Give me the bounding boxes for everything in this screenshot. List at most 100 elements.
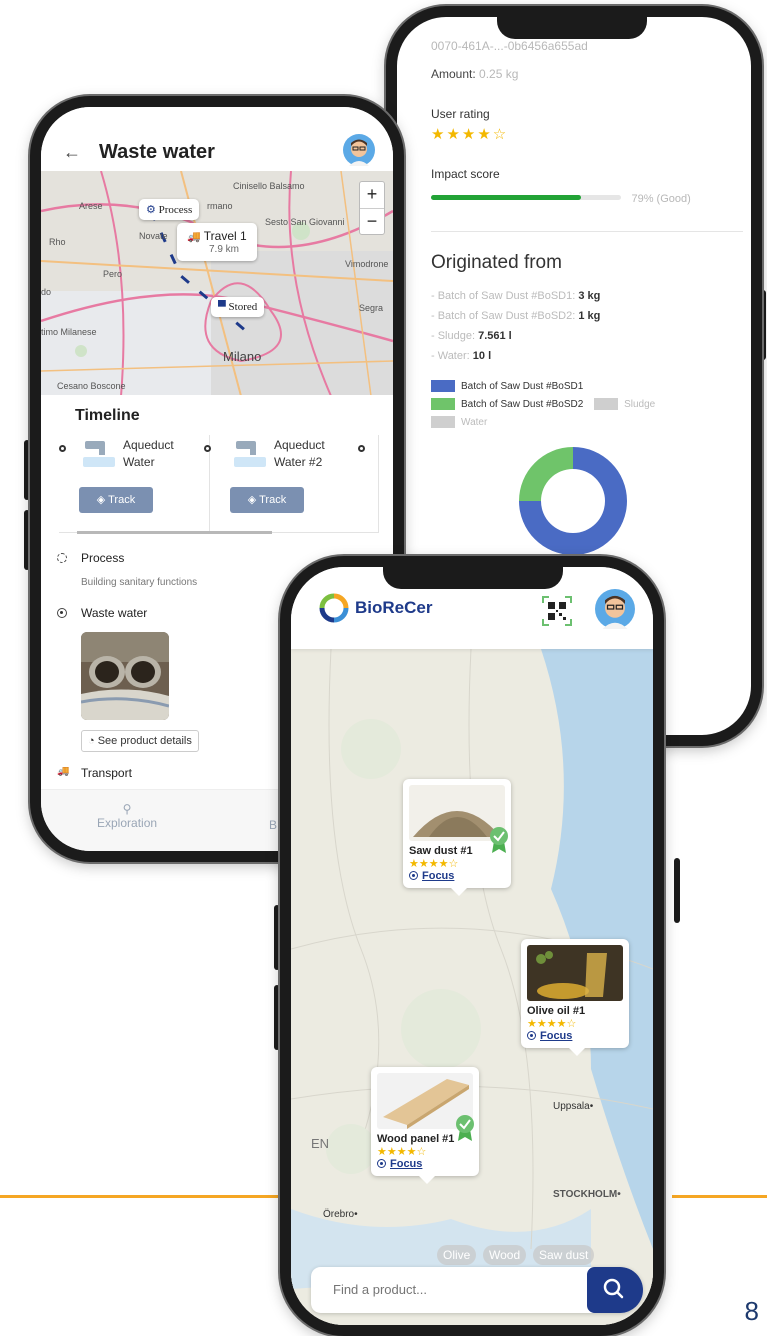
certified-badge-icon <box>456 1115 474 1141</box>
track-button[interactable]: ◈ Track <box>79 487 153 513</box>
pie-chart-icon: ◔ <box>88 735 98 747</box>
divider <box>431 231 743 232</box>
card-title: Aqueduct Water <box>123 438 174 469</box>
product-map[interactable]: Uppsala• STOCKHOLM• Örebro• EN Saw dust … <box>291 649 653 1325</box>
origin-item: - Batch of Saw Dust #BoSD2: 1 kg <box>431 310 601 322</box>
truck-icon: 🚚 <box>57 766 70 777</box>
avatar[interactable] <box>595 589 635 634</box>
orange-divider-left <box>0 1195 290 1198</box>
map-city-label: Uppsala• <box>553 1101 594 1112</box>
impact-score-text: 79% (Good) <box>631 193 691 205</box>
olive-oil-photo <box>527 945 623 1001</box>
zoom-out-button[interactable]: − <box>360 208 384 234</box>
focus-radio-icon <box>377 1159 386 1168</box>
popup-label: Stored <box>228 301 258 313</box>
timeline-step-ring <box>57 608 67 618</box>
nav-second[interactable]: B <box>269 818 277 832</box>
track-button[interactable]: ◈ Track <box>230 487 304 513</box>
map-city-label: Pero <box>103 269 123 279</box>
orange-divider-right <box>672 1195 767 1198</box>
origin-item: - Batch of Saw Dust #BoSD1: 3 kg <box>431 290 601 302</box>
map-city-label: Arese <box>79 201 103 211</box>
biorecer-logo-icon <box>319 593 349 623</box>
water-tap-icon <box>234 441 266 467</box>
target-icon: ◈ <box>96 494 109 506</box>
map-city-label: Sesto San Giovanni <box>265 217 345 227</box>
product-rating: ★★★★☆ <box>409 858 459 870</box>
origin-item: - Sludge: 7.561 l <box>431 330 512 342</box>
timeline-cards: Aqueduct Water ◈ Track Aqueduct Water #2 ◈… <box>59 435 379 534</box>
timeline-dot <box>204 445 211 452</box>
focus-radio-icon <box>527 1031 536 1040</box>
arrow-left-icon[interactable]: ← <box>63 142 81 163</box>
popup-distance: 7.9 km <box>209 244 240 255</box>
map-popup-stored[interactable]: ▀ Stored <box>211 297 265 317</box>
avatar[interactable] <box>343 133 375 171</box>
phone-side-button <box>674 858 680 923</box>
timeline-card[interactable]: Aqueduct Water #2 ◈ Track <box>204 435 365 532</box>
user-rating-label: User rating <box>431 107 490 121</box>
amount-value: 0.25 kg <box>479 67 519 81</box>
map-popup-travel[interactable]: 🚚 Travel 1 7.9 km <box>177 223 257 261</box>
phone-notch <box>383 567 563 589</box>
product-card-wood-panel[interactable]: Wood panel #1 ★★★★☆ Focus <box>371 1067 479 1184</box>
truck-icon: 🚚 <box>187 231 201 243</box>
product-rating: ★★★★☆ <box>377 1146 427 1158</box>
product-id: 0070-461A-...-0b6456a655ad <box>431 39 588 53</box>
map-city-label: timo Milanese <box>41 327 97 337</box>
see-product-details-button[interactable]: ◔ See product details <box>81 730 199 752</box>
popup-label: Process <box>158 204 193 216</box>
map-city-label: Cesano Boscone <box>57 381 126 391</box>
zoom-in-button[interactable]: + <box>360 182 384 208</box>
map-city-label: rmano <box>207 201 233 211</box>
legend-item: Water <box>431 416 487 428</box>
brand-name: BioReCer <box>355 598 433 617</box>
search-icon <box>603 1278 624 1299</box>
focus-link[interactable]: Focus <box>527 1030 623 1042</box>
map-city-label: Novate <box>139 231 168 241</box>
legend-swatch <box>431 398 455 410</box>
search-button[interactable] <box>587 1267 643 1313</box>
donut-slice <box>519 447 573 501</box>
timeline-dot <box>59 445 66 452</box>
filter-chip-wood[interactable]: Wood <box>483 1245 527 1265</box>
search-input[interactable] <box>333 1282 533 1297</box>
search-icon: ⚲ <box>122 802 132 816</box>
focus-link[interactable]: Focus <box>377 1158 473 1170</box>
product-name: Olive oil #1 <box>527 1005 586 1017</box>
product-card-olive-oil[interactable]: Olive oil #1 ★★★★☆ Focus <box>521 939 629 1056</box>
water-tap-icon <box>83 441 115 467</box>
page-number: 8 <box>744 1296 759 1326</box>
legend-swatch <box>594 398 619 410</box>
map-popup-process[interactable]: ⚙ Process <box>139 199 200 220</box>
qr-code-icon[interactable] <box>541 595 573 627</box>
timeline-title: Timeline <box>75 407 140 424</box>
route-map[interactable]: Arese Cinisello Balsamo Rho Novate Sesto… <box>41 171 393 396</box>
target-icon: ◈ <box>247 494 260 506</box>
legend-item: Batch of Saw Dust #BoSD2 <box>431 398 583 410</box>
legend-swatch <box>431 380 455 392</box>
map-city-label: Segra <box>359 303 384 313</box>
user-rating-stars: ★★★★☆ <box>431 126 509 143</box>
filter-chip-olive[interactable]: Olive <box>437 1245 477 1265</box>
map-city-label: Rho <box>49 237 66 247</box>
map-city-label: Örebro• <box>323 1209 358 1220</box>
popup-label: Travel 1 <box>203 229 247 243</box>
map-city-label: Milano <box>223 349 262 364</box>
brand-logo[interactable]: BioReCer <box>319 593 432 623</box>
origin-list: - Batch of Saw Dust #BoSD1: 3 kg - Batch… <box>431 286 731 366</box>
horizontal-scrollbar[interactable] <box>77 531 272 534</box>
nav-exploration[interactable]: ⚲ Exploration <box>97 802 157 830</box>
chart-legend: Batch of Saw Dust #BoSD1 Batch of Saw Du… <box>431 380 731 434</box>
origin-item: - Water: 10 l <box>431 350 492 362</box>
map-city-label: STOCKHOLM• <box>553 1189 621 1200</box>
focus-link[interactable]: Focus <box>409 870 505 882</box>
filter-chip-saw-dust[interactable]: Saw dust <box>533 1245 595 1265</box>
page-title: Waste water <box>99 140 215 163</box>
product-stats-panel: 0070-461A-...-0b6456a655ad Amount: 0.25 … <box>431 39 743 555</box>
product-card-saw-dust[interactable]: Saw dust #1 ★★★★☆ Focus <box>403 779 511 896</box>
timeline-card[interactable]: Aqueduct Water ◈ Track <box>59 435 209 532</box>
map-city-label: EN <box>311 1136 330 1151</box>
legend-swatch <box>431 416 455 428</box>
impact-score-fill <box>431 195 582 201</box>
